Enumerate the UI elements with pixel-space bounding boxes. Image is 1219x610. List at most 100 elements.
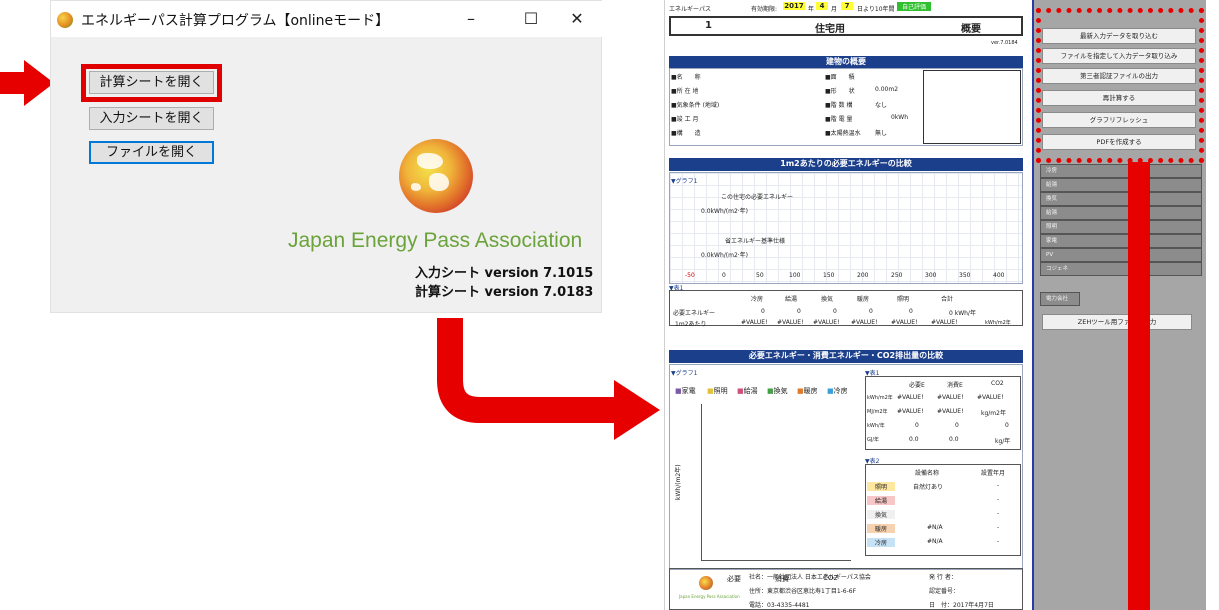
co2-cell: kg/m2年	[981, 410, 1006, 417]
overview-right-label: ■階 数 構	[825, 102, 853, 109]
panel-row: 給湯	[1040, 178, 1202, 192]
this-house-value: 0.0kWh/(m2·年)	[701, 208, 749, 215]
jepa-globe-logo	[399, 139, 473, 213]
compare-col: 換気	[821, 296, 834, 303]
overview-right-label: ■階 電 量	[825, 116, 853, 123]
co2-graph-label: ▼グラフ1	[671, 370, 698, 377]
panel-row: 照明	[1040, 220, 1202, 234]
axis-tick: -50	[685, 272, 695, 279]
equip-col: 設置年月	[981, 470, 1006, 477]
panel-row: PV	[1040, 248, 1202, 262]
equip-col: 設備名称	[915, 470, 940, 477]
calc-sheet: エネルギーパス 有効期限: 2017 年 4 月 7 日より10年間 自己評価 …	[664, 0, 1032, 610]
footer-address: 住所：東京都渋谷区恵比寿1丁目1-6-6F	[749, 588, 857, 595]
close-button[interactable]: ✕	[559, 7, 595, 31]
equip-value: #N/A	[927, 524, 943, 531]
compare-cell: 0	[797, 308, 801, 315]
co2-y-axis-label: kWh/(m2年)	[675, 464, 682, 500]
co2-cell: kg/年	[995, 438, 1011, 445]
valid-label: 有効期限:	[751, 6, 778, 13]
footer-tel: 電話：03-4335-4481	[749, 602, 810, 609]
compare-cell: 0	[833, 308, 837, 315]
self-eval-badge: 自己評価	[897, 2, 931, 11]
compare-row-label: 必要エネルギー	[673, 310, 716, 317]
overview-left-label: ■構 造	[671, 130, 701, 137]
overview-right-label: ■面 積	[825, 74, 855, 81]
sheet-summary: 概要	[961, 24, 981, 35]
equip-name: 照明	[867, 482, 895, 491]
compare-cell: 0	[909, 308, 913, 315]
equip-value: #N/A	[927, 538, 943, 545]
axis-tick: 300	[925, 272, 937, 279]
legend-item: ■暖房	[797, 387, 818, 395]
equip-date: -	[997, 538, 1000, 545]
valid-month: 4	[816, 2, 828, 10]
compare-cell: 0	[869, 308, 873, 315]
compare-cell: #VALUE!	[891, 319, 918, 326]
axis-tick: 100	[789, 272, 801, 279]
overview-title: 建物の概要	[669, 56, 1023, 68]
sheet-version: ver.7.0184	[991, 40, 1018, 46]
compare-cell: 0 kWh/年	[949, 310, 976, 317]
month-unit: 月	[831, 6, 838, 13]
overview-right-value: 0.00m2	[875, 86, 899, 93]
equip-date: -	[997, 510, 1000, 517]
launcher-window: エネルギーパス計算プログラム【onlineモード】 – ☐ ✕ 計算シートを開く…	[50, 0, 603, 313]
overview-left-label: ■名 称	[671, 74, 701, 81]
overview-right-value: 無し	[875, 130, 888, 137]
co2-col: CO2	[991, 380, 1004, 387]
valid-day: 7	[841, 2, 853, 10]
legend-item: ■換気	[767, 387, 788, 395]
valid-year: 2017	[783, 2, 805, 10]
sheet-app-name: エネルギーパス	[669, 6, 711, 13]
compare-cell: #VALUE!	[851, 319, 878, 326]
co2-cell: #VALUE!	[897, 408, 924, 415]
vertical-red-arrow	[1128, 162, 1150, 610]
overview-left-label: ■気象条件 (地域)	[671, 102, 720, 109]
compare-cell: 0	[761, 308, 765, 315]
co2-x-axis-line	[701, 560, 851, 561]
compare-cell: #VALUE!	[741, 319, 768, 326]
compare-col: 冷房	[751, 296, 764, 303]
app-logo-icon	[57, 12, 73, 28]
panel-row: コジェネ	[1040, 262, 1202, 276]
compare-cell: #VALUE!	[931, 319, 958, 326]
zeh-export-button[interactable]: ZEHツール用ファイル出力	[1042, 314, 1192, 330]
equip-name: 換気	[867, 510, 895, 519]
equip-date: -	[997, 482, 1000, 489]
sheet-number: 1	[705, 20, 712, 31]
maximize-button[interactable]: ☐	[513, 7, 549, 31]
window-titlebar[interactable]: エネルギーパス計算プログラム【onlineモード】 – ☐ ✕	[51, 1, 603, 37]
axis-tick: 400	[993, 272, 1005, 279]
co2-cell: #VALUE!	[897, 394, 924, 401]
legend-item: ■照明	[707, 387, 728, 395]
co2-cell: #VALUE!	[977, 394, 1004, 401]
footer-logo-text: Japan Energy Pass Association	[679, 594, 740, 599]
open-input-sheet-button[interactable]: 入力シートを開く	[89, 107, 214, 130]
compare-col: 合計	[941, 296, 954, 303]
open-calc-sheet-button[interactable]: 計算シートを開く	[89, 71, 214, 94]
this-house-label: この住宅の必要エネルギー	[721, 194, 794, 201]
co2-cell: #VALUE!	[937, 408, 964, 415]
screenshot-stage: エネルギーパス計算プログラム【onlineモード】 – ☐ ✕ 計算シートを開く…	[0, 0, 1219, 610]
co2-col: 必要E	[909, 382, 925, 389]
co2-row-unit: kWh/年	[867, 423, 885, 429]
compare-unit: kWh/m2年	[985, 320, 1011, 326]
compare-col: 照明	[897, 296, 910, 303]
input-sheet-version: 入力シート version 7.1015	[415, 266, 594, 281]
year-unit: 年	[808, 6, 815, 13]
overview-left-label: ■所 在 地	[671, 88, 699, 95]
overview-right-value: なし	[875, 102, 888, 109]
footer-company: 社名：一般社団法人 日本エネルギーパス協会	[749, 574, 871, 581]
overview-right-label: ■形 状	[825, 88, 855, 95]
legend-item: ■冷房	[827, 387, 848, 395]
axis-tick: 50	[756, 272, 764, 279]
footer-issuer: 発 行 者：	[929, 574, 957, 581]
open-file-button[interactable]: ファイルを開く	[89, 141, 214, 164]
overview-right-label: ■太陽熱温水	[825, 130, 861, 137]
minimize-button[interactable]: –	[453, 7, 489, 31]
axis-tick: 200	[857, 272, 869, 279]
equip-date: -	[997, 496, 1000, 503]
footer-date: 日 付：2017年4月7日	[929, 602, 994, 609]
co2-title: 必要エネルギー・消費エネルギー・CO2排出量の比較	[669, 350, 1023, 363]
